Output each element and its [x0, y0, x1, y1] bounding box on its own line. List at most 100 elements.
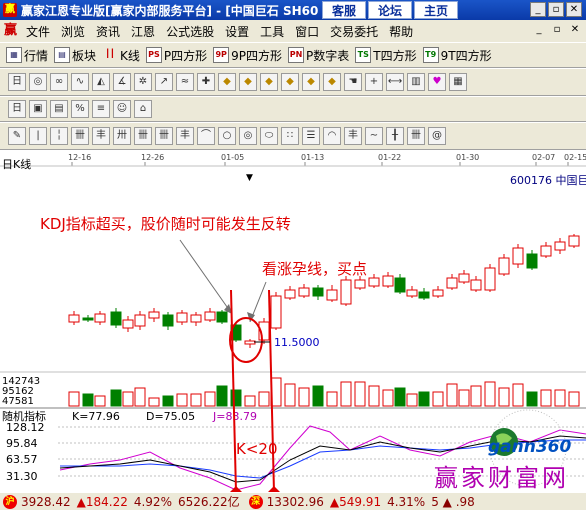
shape10-icon[interactable]: 卌: [407, 127, 425, 145]
kefu-button[interactable]: 客服: [322, 1, 366, 19]
diamond4-icon[interactable]: ◆: [281, 73, 299, 91]
volume-bar: [148, 397, 160, 407]
shape1-icon[interactable]: 卌: [71, 127, 89, 145]
tool-bankuai[interactable]: ▤ 板块: [54, 47, 96, 64]
diamond-icon[interactable]: ◆: [218, 73, 236, 91]
table-icon[interactable]: ▤: [50, 100, 68, 118]
volume-bar: [94, 395, 106, 407]
hand-icon[interactable]: ☚: [344, 73, 362, 91]
angle-icon[interactable]: ∡: [113, 73, 131, 91]
tool-9p-square[interactable]: 9P 9P四方形: [213, 47, 282, 64]
menu-file[interactable]: 文件: [26, 23, 50, 40]
arrow-line-1: [179, 239, 233, 315]
tool-t-square[interactable]: TS T四方形: [355, 47, 417, 64]
tool-kline[interactable]: ┃┃ K线: [102, 47, 140, 64]
pulse-icon[interactable]: ∿: [71, 73, 89, 91]
candle-body: [554, 241, 566, 251]
menu-tools[interactable]: 工具: [260, 23, 284, 40]
snowflake-icon[interactable]: ✲: [134, 73, 152, 91]
stripe-icon[interactable]: ☰: [302, 127, 320, 145]
volume-bar: [190, 393, 202, 407]
shape2-icon[interactable]: 丰: [92, 127, 110, 145]
line-icon[interactable]: |: [29, 127, 47, 145]
volume-bar: [418, 391, 430, 407]
save-icon[interactable]: ▣: [29, 100, 47, 118]
oval-icon[interactable]: ⬭: [260, 127, 278, 145]
volume-bar: [498, 387, 510, 407]
volume-bars: [68, 377, 580, 407]
wave-icon[interactable]: ≈: [176, 73, 194, 91]
diamond3-icon[interactable]: ◆: [260, 73, 278, 91]
percent-icon[interactable]: %: [71, 100, 89, 118]
luntan-button[interactable]: 论坛: [368, 1, 412, 19]
shape5-icon[interactable]: 卌: [155, 127, 173, 145]
shape7-icon[interactable]: ⌒: [197, 127, 215, 145]
ring-icon[interactable]: ◎: [29, 73, 47, 91]
diamond5-icon[interactable]: ◆: [302, 73, 320, 91]
ruler-icon[interactable]: ⟷: [386, 73, 404, 91]
volume-bar: [284, 383, 296, 407]
shape8-icon[interactable]: 丰: [344, 127, 362, 145]
vertical-line-icon[interactable]: ╎: [50, 127, 68, 145]
candle-body: [470, 279, 482, 291]
chart-area[interactable]: 12-16 12-26 01-05 01-13 01-22 01-30 02-07 02-15…: [0, 150, 586, 492]
fan-icon[interactable]: ◠: [323, 127, 341, 145]
volume-bar: [540, 389, 552, 407]
diamond6-icon[interactable]: ◆: [323, 73, 341, 91]
tool-p-number[interactable]: PN P数字表: [288, 47, 349, 64]
volume-bar: [230, 389, 242, 407]
menu-window[interactable]: 窗口: [295, 23, 319, 40]
volume-bar: [432, 391, 444, 407]
shenzhen-icon[interactable]: 深: [248, 494, 263, 509]
doc-restore-icon[interactable]: ▫: [550, 23, 564, 37]
volume-bar: [394, 387, 406, 407]
shape6-icon[interactable]: 丰: [176, 127, 194, 145]
candle-body: [134, 314, 146, 327]
menu-help[interactable]: 帮助: [389, 23, 413, 40]
doc-close-icon[interactable]: ✕: [568, 23, 582, 37]
bank-icon[interactable]: ⌂: [134, 100, 152, 118]
chain-icon[interactable]: ∞: [50, 73, 68, 91]
triangle-icon[interactable]: ◭: [92, 73, 110, 91]
layout2-icon[interactable]: 日: [8, 100, 26, 118]
shanghai-icon[interactable]: 沪: [3, 494, 17, 509]
target-icon[interactable]: ◎: [239, 127, 257, 145]
diamond2-icon[interactable]: ◆: [239, 73, 257, 91]
tool-hangqing[interactable]: ▦ 行情: [6, 47, 48, 64]
pencil-icon[interactable]: ✎: [8, 127, 26, 145]
dots-icon[interactable]: ∷: [281, 127, 299, 145]
rise-icon[interactable]: ↗: [155, 73, 173, 91]
people-icon[interactable]: ☺: [113, 100, 131, 118]
restore-icon[interactable]: ▫: [548, 2, 564, 17]
list-icon[interactable]: ≡: [92, 100, 110, 118]
menu-formula[interactable]: 公式选股: [166, 23, 214, 40]
shape4-icon[interactable]: 卌: [134, 127, 152, 145]
chart-icon[interactable]: ▥: [407, 73, 425, 91]
pn-icon: PN: [288, 47, 305, 63]
tilde-icon[interactable]: ∼: [365, 127, 383, 145]
menu-browse[interactable]: 浏览: [61, 23, 85, 40]
doc-minimize-icon[interactable]: _: [532, 23, 546, 37]
grid2-icon[interactable]: ▦: [449, 73, 467, 91]
menu-settings[interactable]: 设置: [225, 23, 249, 40]
spiral-icon[interactable]: @: [428, 127, 446, 145]
shape3-icon[interactable]: 卅: [113, 127, 131, 145]
volume-bar: [368, 385, 380, 407]
circle-icon[interactable]: ○: [218, 127, 236, 145]
close-icon[interactable]: ✕: [566, 2, 582, 17]
heart-icon[interactable]: ♥: [428, 73, 446, 91]
menu-info[interactable]: 资讯: [96, 23, 120, 40]
toolbar-main: ▦ 行情 ▤ 板块 ┃┃ K线 PS P四方形 9P 9P四方形 PN P数字表…: [0, 42, 586, 68]
minimize-icon[interactable]: _: [530, 2, 546, 17]
tool-9t-square[interactable]: T9 9T四方形: [422, 47, 492, 64]
cross-icon[interactable]: ✚: [197, 73, 215, 91]
candle-body: [526, 253, 538, 269]
tool-p-square[interactable]: PS P四方形: [145, 47, 207, 64]
zhuye-button[interactable]: 主页: [414, 1, 458, 19]
crosshair-icon[interactable]: +: [365, 73, 383, 91]
shape9-icon[interactable]: ╂: [386, 127, 404, 145]
menu-trade[interactable]: 交易委托: [330, 23, 378, 40]
layout-icon[interactable]: 日: [8, 73, 26, 91]
sz-index-value: 13302.96: [266, 494, 324, 509]
menu-gann[interactable]: 江恩: [131, 23, 155, 40]
